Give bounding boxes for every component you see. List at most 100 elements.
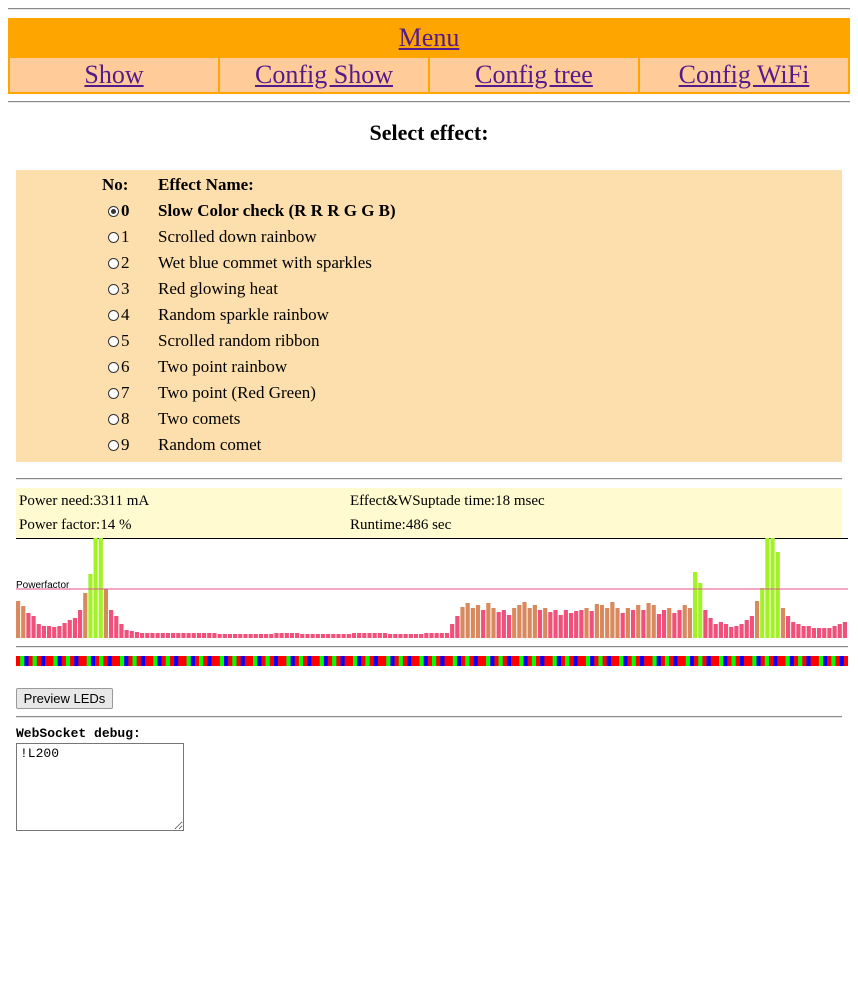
led-pixel	[244, 656, 250, 666]
chart-bar	[636, 605, 641, 638]
effect-radio[interactable]	[108, 440, 119, 451]
chart-bar	[444, 633, 450, 638]
chart-bar	[377, 633, 382, 638]
effect-radio[interactable]	[108, 336, 119, 347]
chart-bar	[98, 538, 103, 638]
effect-radio[interactable]	[108, 206, 119, 217]
chart-bar	[57, 626, 62, 638]
effect-name: Scrolled random ribbon	[158, 331, 320, 350]
led-pixel	[423, 656, 429, 666]
led-pixel	[224, 656, 229, 666]
effect-number-label: 2	[121, 253, 130, 272]
chart-bar	[269, 634, 274, 638]
led-pixel	[165, 656, 171, 666]
effect-number: 7	[108, 380, 148, 406]
led-pixel	[394, 656, 400, 666]
chart-bar	[41, 626, 47, 638]
effect-row[interactable]: 8 Two comets	[16, 406, 842, 432]
led-pixel	[719, 656, 724, 666]
led-pixel	[120, 656, 125, 666]
effect-name: Two comets	[158, 409, 241, 428]
websocket-debug-textarea[interactable]	[16, 743, 184, 831]
led-pixel	[623, 656, 628, 666]
led-pixel	[415, 656, 420, 666]
tab-config-show-link[interactable]: Config Show	[255, 60, 393, 89]
led-pixel	[86, 656, 92, 666]
led-pixel	[843, 656, 848, 666]
led-pixel	[548, 656, 553, 666]
chart-bar	[785, 616, 791, 638]
effect-radio[interactable]	[108, 362, 119, 373]
chart-bar	[124, 630, 129, 638]
led-pixel	[644, 656, 649, 666]
led-pixel	[448, 656, 454, 666]
effect-row[interactable]: 4 Random sparkle rainbow	[16, 302, 842, 328]
effect-number-label: 6	[121, 357, 130, 376]
chart-bar	[470, 608, 475, 638]
chart-bar	[568, 613, 574, 638]
led-pixel	[519, 656, 524, 666]
chart-bar	[713, 624, 718, 638]
led-pixel	[232, 656, 237, 666]
chart-bar	[388, 634, 393, 638]
led-pixel	[440, 656, 445, 666]
led-pixel	[103, 656, 108, 666]
chart-bar	[191, 633, 196, 638]
effect-row[interactable]: 9 Random comet	[16, 432, 842, 458]
effect-row[interactable]: 7 Two point (Red Green)	[16, 380, 842, 406]
effect-radio[interactable]	[108, 414, 119, 425]
preview-leds-button[interactable]: Preview LEDs	[16, 688, 113, 709]
led-pixel	[169, 656, 175, 666]
led-pixel	[694, 656, 699, 666]
chart-bar	[413, 634, 419, 638]
led-pixel	[818, 656, 824, 666]
chart-bar	[212, 633, 217, 638]
chart-bar	[589, 611, 594, 638]
tab-show-link[interactable]: Show	[84, 60, 143, 89]
led-pixel	[606, 656, 612, 666]
led-pixel	[182, 656, 187, 666]
tab-config-tree-link[interactable]: Config tree	[475, 60, 593, 89]
led-pixel	[382, 656, 387, 666]
chart-bar	[744, 620, 749, 638]
tab-config-wifi: Config WiFi	[638, 56, 850, 94]
effect-radio[interactable]	[108, 284, 119, 295]
led-pixel	[506, 656, 512, 666]
menu-link[interactable]: Menu	[399, 23, 460, 52]
chart-bar	[796, 624, 801, 638]
tab-show: Show	[8, 56, 220, 94]
chart-bar	[672, 613, 677, 638]
effect-row[interactable]: 3 Red glowing heat	[16, 276, 842, 302]
chart-bar	[83, 593, 88, 638]
effect-row[interactable]: 6 Two point rainbow	[16, 354, 842, 380]
effect-radio[interactable]	[108, 258, 119, 269]
effect-row[interactable]: 1 Scrolled down rainbow	[16, 224, 842, 250]
effect-row[interactable]: 0 Slow Color check (R R R G G B)	[16, 198, 842, 224]
effect-radio[interactable]	[108, 232, 119, 243]
chart-bar	[424, 633, 429, 638]
effect-row[interactable]: 2 Wet blue commet with sparkles	[16, 250, 842, 276]
chart-bar	[760, 588, 765, 638]
led-pixel	[95, 656, 100, 666]
led-pixel	[315, 656, 320, 666]
chart-bar	[791, 622, 796, 638]
led-pixel	[136, 656, 142, 666]
effect-radio[interactable]	[108, 388, 119, 399]
led-pixel	[140, 656, 146, 666]
led-pixel	[831, 656, 836, 666]
led-pixel	[823, 656, 828, 666]
chart-bar	[842, 622, 847, 638]
chart-bar	[579, 610, 584, 638]
chart-bar	[222, 634, 227, 638]
led-pixel	[203, 656, 208, 666]
chart-bar	[687, 608, 692, 638]
effect-radio[interactable]	[108, 310, 119, 321]
effect-row[interactable]: 5 Scrolled random ribbon	[16, 328, 842, 354]
tab-config-wifi-link[interactable]: Config WiFi	[679, 60, 810, 89]
chart-bar	[341, 634, 346, 638]
chart-bar	[393, 634, 398, 638]
led-pixel	[556, 656, 562, 666]
led-pixel	[511, 656, 516, 666]
effect-number: 6	[108, 354, 148, 380]
chart-bar	[481, 610, 486, 638]
